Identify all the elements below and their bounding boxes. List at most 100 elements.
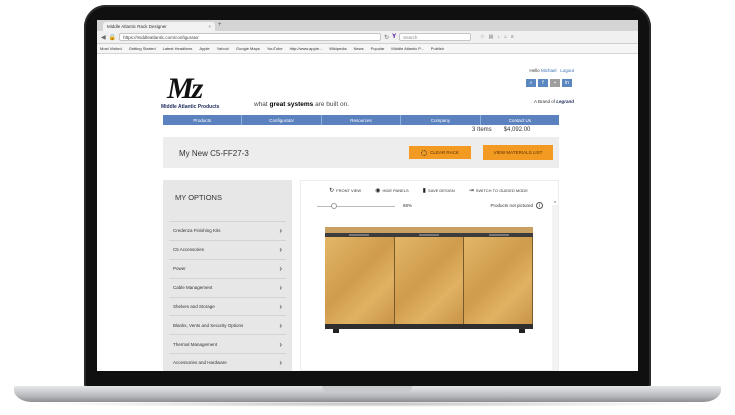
bookmark-item[interactable]: Apple bbox=[199, 46, 209, 51]
option-label: Accessories and Hardware bbox=[173, 360, 227, 366]
nav-company[interactable]: Company bbox=[401, 115, 481, 125]
logo-mark: Mz bbox=[167, 72, 203, 105]
back-icon[interactable]: ◀ bbox=[101, 34, 106, 41]
zoom-row: 68% Products not pictured i bbox=[317, 202, 547, 212]
reload-icon[interactable]: ↻ bbox=[384, 34, 389, 41]
cart-summary[interactable]: 3 Items $4,092.00 bbox=[472, 127, 530, 133]
option-item[interactable]: Power › bbox=[169, 258, 286, 278]
search-icon[interactable]: ⌕ bbox=[526, 79, 536, 87]
save-design-label: SAVE DESIGN bbox=[427, 187, 455, 193]
not-pictured[interactable]: Products not pictured i bbox=[490, 202, 543, 209]
nav-products[interactable]: Products bbox=[163, 115, 243, 125]
options-sidebar: MY OPTIONS Credenza Finishing Kits › C5 A… bbox=[163, 180, 292, 371]
chevron-right-icon: › bbox=[279, 339, 282, 349]
nav-resources[interactable]: Resources bbox=[322, 115, 402, 125]
not-pictured-label: Products not pictured bbox=[490, 203, 533, 208]
front-view-button[interactable]: ↻ FRONT VIEW bbox=[329, 187, 361, 194]
search-input[interactable]: Search bbox=[399, 33, 472, 41]
chevron-right-icon: › bbox=[279, 302, 282, 311]
star-icon[interactable]: ☆ bbox=[480, 34, 484, 40]
company-name: Middle Atlantic Products bbox=[161, 104, 220, 110]
bookmark-item[interactable]: Most Visited bbox=[100, 46, 122, 51]
option-label: Blanks, Vents and Security Options bbox=[173, 322, 244, 328]
bookmark-item[interactable]: Google Maps bbox=[236, 46, 260, 51]
chevron-right-icon: › bbox=[279, 264, 282, 274]
option-item[interactable]: Thermal Management › bbox=[169, 334, 286, 353]
menu-icon[interactable]: ≡ bbox=[511, 34, 514, 40]
zoom-slider[interactable] bbox=[317, 206, 395, 207]
save-design-button[interactable]: ▮ SAVE DESIGN bbox=[423, 187, 455, 194]
bookmark-item[interactable]: Middle Atlantic P... bbox=[391, 46, 423, 51]
new-tab-button[interactable]: + bbox=[218, 22, 222, 28]
chevron-right-icon: › bbox=[279, 320, 282, 330]
social-icons: ⌕ f ▪ in bbox=[526, 79, 572, 87]
main-nav: Products Configurator Resources Company … bbox=[163, 115, 559, 125]
clear-rack-button[interactable]: CLEAR RACK bbox=[409, 146, 471, 159]
user-links: Hello Michael Logout bbox=[529, 68, 574, 73]
user-link[interactable]: Michael bbox=[541, 68, 557, 73]
bookmarks-bar: Most Visited Getting Started Latest Headli… bbox=[97, 44, 638, 54]
download-icon[interactable]: ↓ bbox=[497, 34, 500, 40]
option-item[interactable]: Blanks, Vents and Security Options › bbox=[169, 315, 286, 334]
credenza-door bbox=[325, 237, 395, 324]
bookmark-item[interactable]: YouTube bbox=[267, 46, 283, 51]
cart-items: 3 Items bbox=[472, 127, 492, 133]
bookmark-item[interactable]: Getting Started bbox=[129, 46, 156, 51]
view-materials-button[interactable]: VIEW MATERIALS LIST bbox=[483, 145, 553, 160]
credenza-render bbox=[325, 227, 533, 334]
hide-panels-button[interactable]: ◉ HIDE PANELS bbox=[375, 187, 408, 194]
chevron-right-icon: › bbox=[279, 283, 282, 293]
bookmark-item[interactable]: Popular bbox=[371, 46, 385, 51]
option-item[interactable]: Accessories and Hardware › bbox=[169, 353, 286, 371]
front-view-label: FRONT VIEW bbox=[336, 187, 362, 193]
browser-icons: ☆ ▤ ↓ ⌂ ≡ bbox=[480, 34, 514, 40]
option-label: Cable Management bbox=[173, 285, 213, 291]
browser-tab[interactable]: Middle Atlantic Rack Designer × bbox=[103, 22, 215, 31]
configurator-header: My New C5-FF27-3 CLEAR RACK VIEW MATERIA… bbox=[163, 137, 559, 168]
bookmark-item[interactable]: News bbox=[354, 46, 364, 51]
rotate-icon: ↻ bbox=[329, 187, 335, 194]
scrollbar[interactable] bbox=[552, 205, 558, 370]
sidebar-title: MY OPTIONS bbox=[175, 193, 222, 202]
bookmark-item[interactable]: Yahoo! bbox=[217, 46, 229, 51]
reader-icon[interactable]: ▤ bbox=[489, 34, 494, 40]
facebook-icon[interactable]: f bbox=[538, 79, 548, 87]
home-icon[interactable]: ⌂ bbox=[504, 34, 507, 40]
brand-name: Legrand bbox=[556, 99, 574, 104]
info-icon: i bbox=[536, 202, 543, 209]
viewer-toolbar: ↻ FRONT VIEW ◉ HIDE PANELS ▮ SAVE DESIGN ⇥ S… bbox=[301, 184, 556, 196]
tagline-post: are built on. bbox=[313, 101, 350, 108]
option-item[interactable]: Shelves and Storage › bbox=[169, 296, 286, 316]
url-bar[interactable]: https://middleatlantic.com/configurator bbox=[119, 33, 382, 41]
bookmark-item[interactable]: Wikipedia bbox=[329, 46, 346, 51]
bookmark-item[interactable]: Publish bbox=[431, 46, 444, 51]
option-label: Thermal Management bbox=[173, 341, 218, 347]
guided-mode-label: SWITCH TO GUIDED MODE bbox=[475, 187, 528, 193]
nav-configurator[interactable]: Configurator bbox=[242, 115, 322, 125]
close-icon[interactable]: × bbox=[208, 24, 211, 29]
zoom-handle[interactable] bbox=[331, 203, 337, 209]
clear-rack-label: CLEAR RACK bbox=[430, 150, 459, 155]
brand-prefix: A Brand of bbox=[533, 99, 555, 104]
linkedin-icon[interactable]: in bbox=[562, 79, 572, 87]
page: Hello Michael Logout ⌕ f ▪ in Mz Middle … bbox=[97, 54, 638, 371]
laptop-notch bbox=[322, 386, 412, 392]
yahoo-icon[interactable]: Y bbox=[392, 34, 396, 40]
switch-icon: ⇥ bbox=[468, 187, 474, 194]
vent bbox=[349, 234, 369, 236]
bookmark-item[interactable]: Latest Headlines bbox=[163, 46, 193, 51]
option-item[interactable]: C5 Accessories › bbox=[169, 239, 286, 259]
screen: Middle Atlantic Rack Designer × + ◀ 🔒 ht… bbox=[97, 20, 638, 371]
nav-contact[interactable]: Contact Us bbox=[481, 115, 559, 125]
vent bbox=[419, 234, 439, 236]
gear-icon bbox=[421, 149, 428, 156]
bookmark-item[interactable]: http://www.apple... bbox=[290, 46, 323, 51]
option-label: Credenza Finishing Kits bbox=[173, 228, 221, 234]
logo[interactable]: Mz Middle Atlantic Products bbox=[159, 72, 239, 112]
logout-link[interactable]: Logout bbox=[560, 68, 574, 73]
option-item[interactable]: Cable Management › bbox=[169, 277, 286, 297]
cart-icon[interactable]: ▪ bbox=[550, 79, 560, 87]
guided-mode-button[interactable]: ⇥ SWITCH TO GUIDED MODE bbox=[469, 187, 528, 194]
chevron-right-icon: › bbox=[279, 358, 282, 368]
option-item[interactable]: Credenza Finishing Kits › bbox=[169, 221, 286, 240]
